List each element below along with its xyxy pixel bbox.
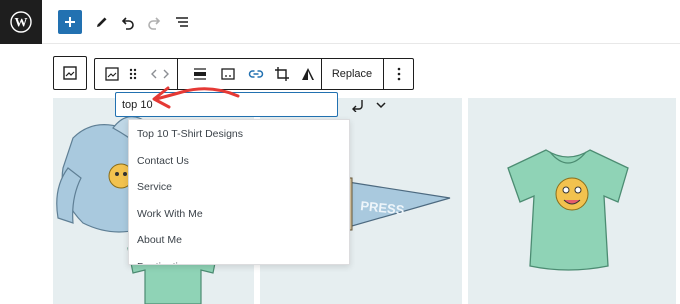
drag-handle-icon[interactable] — [125, 59, 141, 89]
list-view-icon[interactable] — [172, 12, 192, 32]
move-arrows-icon[interactable] — [147, 59, 173, 89]
suggestion-item[interactable]: Work With Me — [129, 201, 349, 228]
toolbar-separator — [321, 59, 322, 89]
suggestion-item[interactable]: Destination — [129, 254, 349, 264]
filter-icon[interactable] — [297, 59, 319, 89]
editor-screen: W PRESS Replace top 10 Top 10 T-Shirt De… — [0, 0, 680, 304]
redo-icon[interactable] — [144, 12, 164, 32]
replace-button[interactable]: Replace — [323, 59, 381, 89]
replace-label: Replace — [331, 68, 373, 80]
align-icon[interactable] — [189, 59, 211, 89]
select-parent-gallery-button[interactable] — [53, 56, 87, 90]
link-icon[interactable] — [245, 59, 267, 89]
toolbar-separator — [383, 59, 384, 89]
add-block-button[interactable] — [58, 10, 82, 34]
caption-icon[interactable] — [217, 59, 239, 89]
suggestion-item[interactable]: About Me — [129, 227, 349, 254]
more-options-icon[interactable] — [387, 59, 411, 89]
link-url-input[interactable] — [115, 92, 338, 117]
image-icon[interactable] — [101, 59, 123, 89]
gallery-image-tshirt[interactable] — [468, 98, 676, 304]
submit-link-icon[interactable] — [346, 94, 368, 116]
suggestion-item[interactable]: Contact Us — [129, 148, 349, 175]
crop-icon[interactable] — [271, 59, 293, 89]
pencil-icon[interactable] — [92, 12, 112, 32]
undo-icon[interactable] — [118, 12, 138, 32]
suggestion-item[interactable]: Service — [129, 174, 349, 201]
chevron-down-icon[interactable] — [372, 94, 390, 116]
toolbar-separator — [177, 59, 178, 89]
link-suggestions-list: Top 10 T-Shirt Designs Contact Us Servic… — [128, 119, 350, 265]
block-toolbar: Replace — [94, 58, 414, 90]
wordpress-logo-icon[interactable]: W — [0, 0, 42, 44]
editor-top-bar: W — [0, 0, 680, 44]
suggestion-item[interactable]: Top 10 T-Shirt Designs — [129, 121, 349, 148]
svg-text:W: W — [15, 15, 28, 30]
link-control — [114, 91, 392, 121]
